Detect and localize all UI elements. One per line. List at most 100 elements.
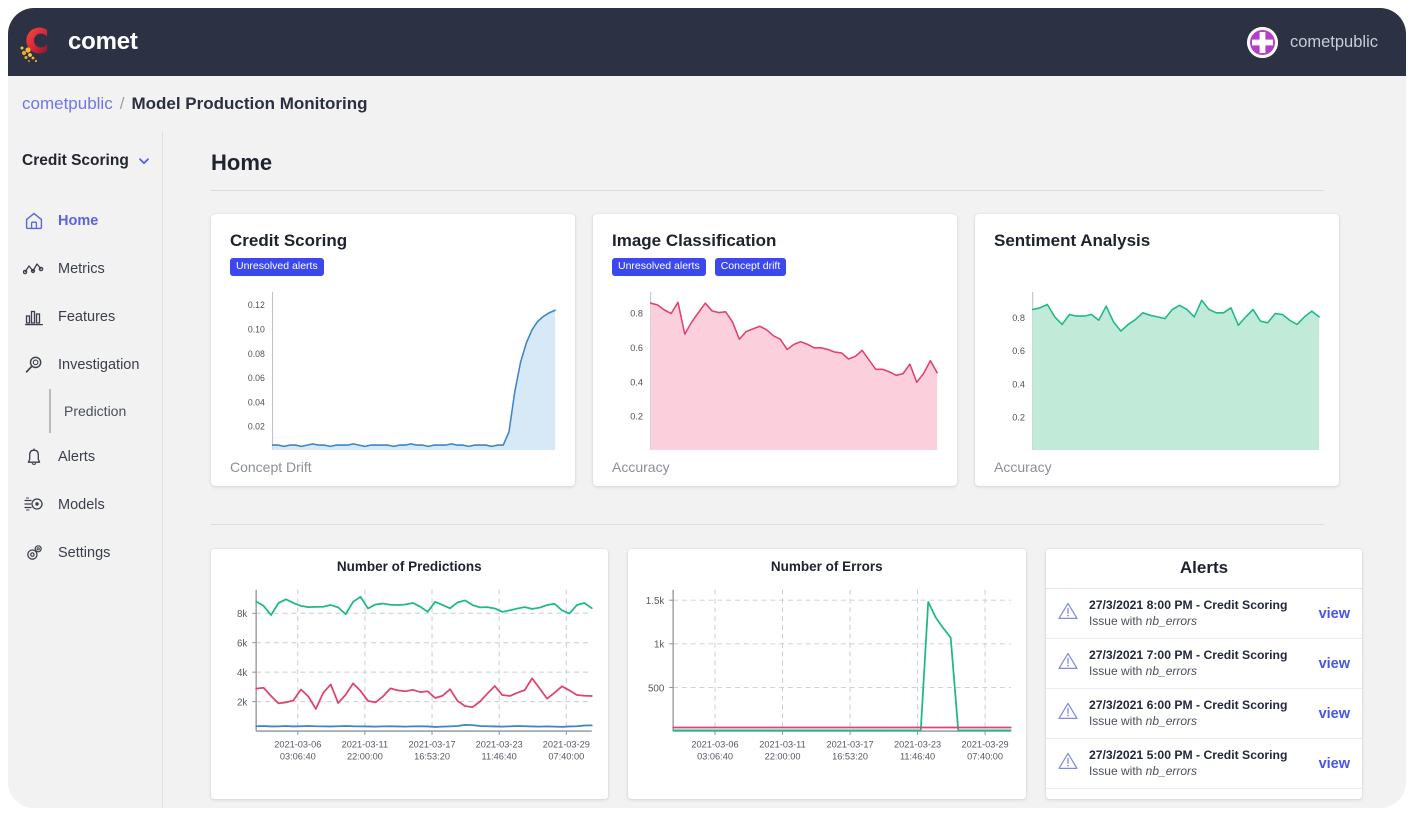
card-chart: 0.02 0.04 0.06 0.08 0.10 0.12 — [230, 288, 559, 460]
breadcrumb-workspace[interactable]: cometpublic — [22, 94, 113, 114]
svg-text:0.4: 0.4 — [630, 377, 643, 387]
sidebar-item-label: Investigation — [58, 357, 140, 373]
alert-row[interactable]: 27/3/2021 7:00 PM - Credit Scoring Issue … — [1045, 639, 1362, 689]
svg-text:2021-03-17: 2021-03-17 — [408, 740, 455, 750]
card-title: Credit Scoring — [230, 231, 348, 250]
warning-triangle-icon — [1057, 750, 1081, 777]
sidebar-nav: Home Metrics Features Investigation Pred… — [8, 197, 162, 577]
svg-text:1k: 1k — [653, 640, 663, 651]
alert-view-link[interactable]: view — [1319, 606, 1350, 622]
panel-number-of-errors: Number of Errors 500 1k 1.5k 2021-03-06 03:0… — [627, 549, 1026, 799]
model-card-credit-scoring[interactable]: Credit Scoring Unresolved alerts 0.02 0.0… — [211, 214, 575, 486]
svg-text:2021-03-29: 2021-03-29 — [543, 740, 590, 750]
svg-text:2021-03-23: 2021-03-23 — [476, 740, 523, 750]
alert-title: 27/3/2021 8:00 PM - Credit Scoring — [1088, 597, 1288, 612]
svg-text:8k: 8k — [237, 609, 247, 620]
sidebar-item-metrics[interactable]: Metrics — [8, 245, 162, 293]
svg-text:16:53:20: 16:53:20 — [832, 752, 868, 762]
status-badge[interactable]: Concept drift — [714, 258, 787, 276]
svg-text:0.06: 0.06 — [248, 373, 265, 383]
svg-text:0.6: 0.6 — [630, 343, 643, 353]
alert-subtitle: Issue with nb_errors — [1088, 764, 1198, 779]
sidebar-item-alerts[interactable]: Alerts — [8, 433, 162, 481]
panel-title: Number of Errors — [770, 559, 883, 574]
sidebar: Credit Scoring Home Metrics Features Inv… — [8, 132, 163, 808]
model-card-image-classification[interactable]: Image Classification Unresolved alerts C… — [593, 214, 957, 486]
breadcrumb: cometpublic / Model Production Monitorin… — [8, 76, 1406, 132]
alert-subtitle: Issue with nb_errors — [1088, 664, 1198, 679]
alert-body: 27/3/2021 5:00 PM - Credit Scoring Issue … — [1089, 747, 1311, 780]
svg-text:0.12: 0.12 — [248, 300, 265, 310]
section-divider — [211, 524, 1324, 525]
svg-text:1.5k: 1.5k — [645, 596, 664, 607]
svg-text:07:40:00: 07:40:00 — [548, 752, 584, 762]
predictions-line-chart: 2k 4k 6k 8k 2021-03-06 03:06:40 2021-03-11 22:0… — [237, 589, 593, 762]
alerts-title: Alerts — [1045, 549, 1362, 589]
sidebar-subitem-label: Prediction — [64, 403, 127, 419]
breadcrumb-separator: / — [119, 94, 125, 113]
svg-text:07:40:00: 07:40:00 — [967, 752, 1003, 762]
sidebar-item-label: Metrics — [58, 261, 105, 277]
sidebar-item-features[interactable]: Features — [8, 293, 162, 341]
breadcrumb-current: Model Production Monitoring — [131, 94, 368, 113]
alert-view-link[interactable]: view — [1319, 656, 1350, 672]
sidebar-item-investigation[interactable]: Investigation — [8, 341, 162, 389]
model-cards-row: Credit Scoring Unresolved alerts 0.02 0.0… — [211, 214, 1362, 486]
alert-subtitle: Issue with nb_errors — [1088, 614, 1198, 629]
status-badge[interactable]: Unresolved alerts — [612, 258, 706, 276]
sidebar-subitem-prediction[interactable]: Prediction — [49, 389, 162, 433]
project-selector[interactable]: Credit Scoring — [8, 146, 162, 170]
warning-triangle-icon — [1057, 600, 1081, 627]
svg-text:0.8: 0.8 — [1012, 313, 1025, 323]
alerts-list: 27/3/2021 8:00 PM - Credit Scoring Issue … — [1045, 589, 1362, 789]
svg-text:0.04: 0.04 — [248, 397, 265, 407]
svg-text:0.2: 0.2 — [630, 412, 643, 422]
svg-text:0.8: 0.8 — [630, 308, 643, 318]
model-card-sentiment-analysis[interactable]: Sentiment Analysis 0.2 0.4 0.6 0.8 Accuracy — [975, 214, 1339, 486]
project-name: Credit Scoring — [22, 152, 129, 169]
concept-drift-area-chart: 0.02 0.04 0.06 0.08 0.10 0.12 — [248, 292, 556, 450]
sidebar-item-label: Alerts — [58, 449, 96, 465]
bell-icon — [23, 446, 45, 468]
svg-text:2k: 2k — [237, 698, 247, 709]
card-badges: Unresolved alerts — [230, 258, 559, 276]
magnifier-icon — [23, 354, 45, 376]
metrics-icon — [23, 258, 45, 280]
avatar[interactable] — [1246, 26, 1278, 58]
sidebar-item-settings[interactable]: Settings — [8, 529, 162, 577]
svg-text:16:53:20: 16:53:20 — [414, 752, 450, 762]
panel-title: Number of Predictions — [336, 559, 482, 574]
svg-text:2021-03-29: 2021-03-29 — [961, 740, 1008, 750]
svg-text:0.4: 0.4 — [1012, 379, 1025, 389]
home-icon — [23, 210, 45, 232]
warning-triangle-icon — [1057, 650, 1081, 677]
errors-line-chart: 500 1k 1.5k 2021-03-06 03:06:40 2021-03-11 22:… — [645, 589, 1012, 762]
svg-text:0.02: 0.02 — [248, 422, 265, 432]
brand-logo[interactable]: comet — [16, 20, 138, 64]
user-menu[interactable]: cometpublic — [1246, 26, 1378, 58]
alert-view-link[interactable]: view — [1319, 706, 1350, 722]
svg-text:2021-03-11: 2021-03-11 — [342, 740, 388, 750]
svg-text:22:00:00: 22:00:00 — [347, 752, 383, 762]
card-badges — [994, 258, 1323, 276]
page-title: Home — [211, 150, 273, 175]
svg-text:0.2: 0.2 — [1012, 413, 1025, 423]
card-metric-label: Accuracy — [612, 459, 670, 475]
svg-text:6k: 6k — [237, 639, 247, 650]
svg-text:03:06:40: 03:06:40 — [280, 752, 316, 762]
gear-icon — [23, 542, 45, 564]
app-shell: comet cometpublic cometpublic / Model Pr… — [8, 8, 1406, 808]
sidebar-item-label: Features — [58, 309, 116, 325]
alert-row[interactable]: 27/3/2021 6:00 PM - Credit Scoring Issue … — [1045, 689, 1362, 739]
svg-text:0.6: 0.6 — [1012, 346, 1025, 356]
svg-text:03:06:40: 03:06:40 — [697, 752, 733, 762]
svg-text:0.10: 0.10 — [248, 324, 265, 334]
sidebar-item-models[interactable]: Models — [8, 481, 162, 529]
alert-row[interactable]: 27/3/2021 5:00 PM - Credit Scoring Issue … — [1045, 739, 1362, 789]
status-badge[interactable]: Unresolved alerts — [230, 258, 324, 276]
alert-row[interactable]: 27/3/2021 8:00 PM - Credit Scoring Issue … — [1045, 589, 1362, 639]
svg-text:4k: 4k — [237, 668, 247, 679]
features-bar-chart-icon — [23, 306, 45, 328]
alert-view-link[interactable]: view — [1319, 756, 1350, 772]
sidebar-item-home[interactable]: Home — [8, 197, 162, 245]
